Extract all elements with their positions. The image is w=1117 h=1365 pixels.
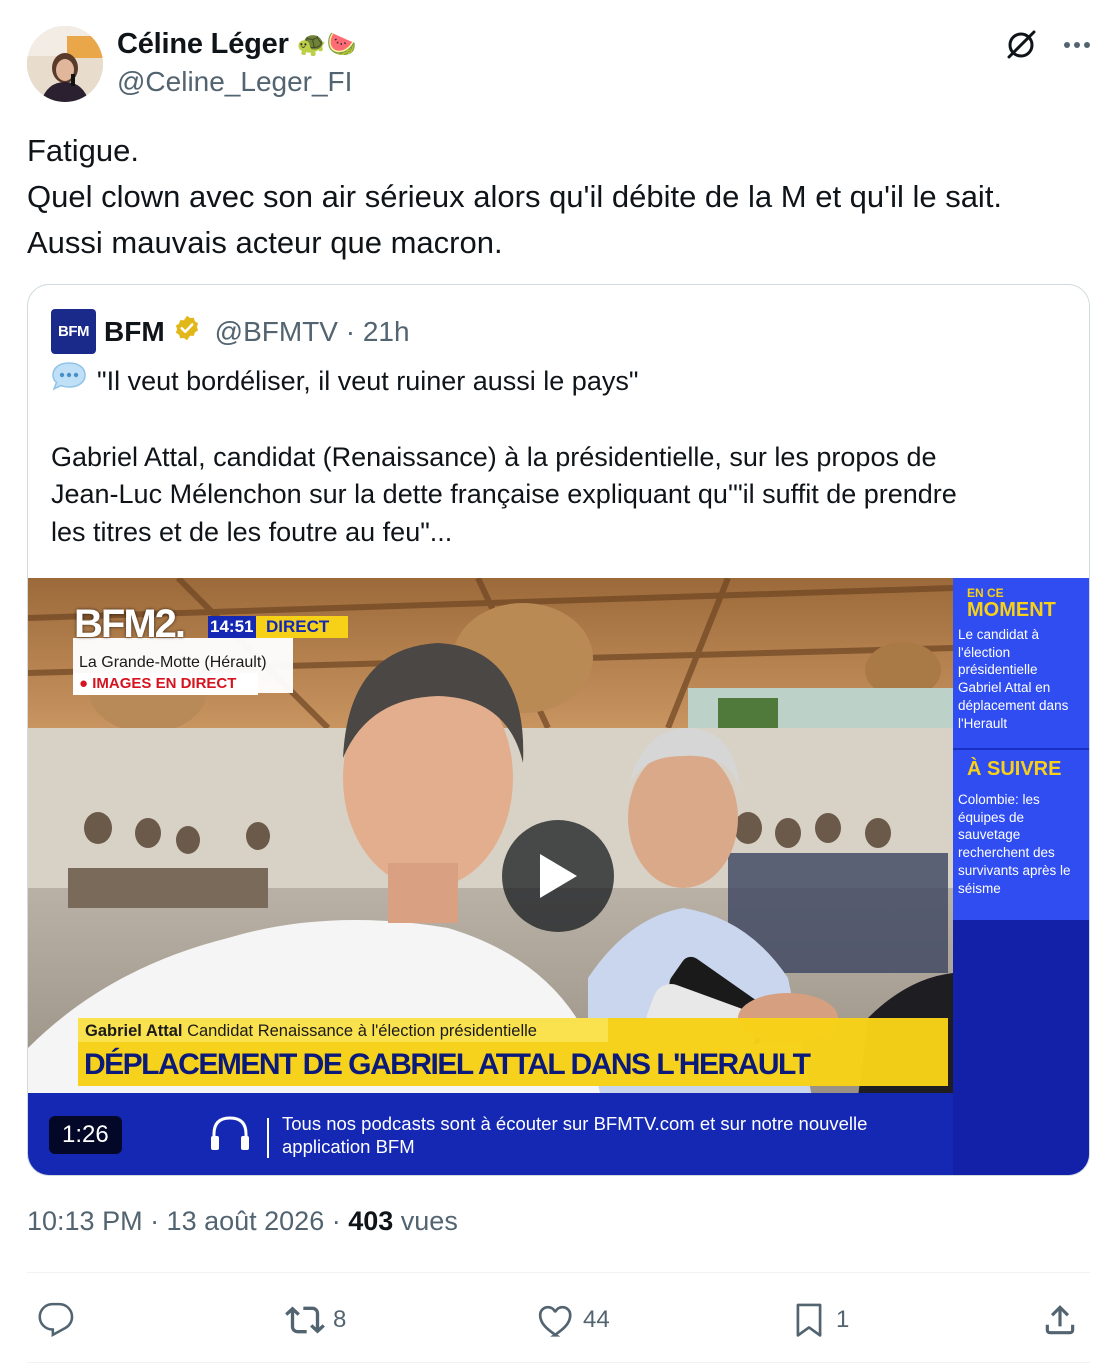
- grok-icon[interactable]: [1004, 28, 1038, 62]
- play-button[interactable]: [502, 820, 614, 932]
- tweet-timestamp[interactable]: 10:13 PM · 13 août 2026 ·: [27, 1206, 348, 1236]
- share-icon: [1045, 1305, 1075, 1335]
- quoted-body-line: Jean-Luc Mélenchon sur la dette français…: [51, 479, 957, 509]
- quoted-author-name[interactable]: BFM: [104, 316, 165, 348]
- tweet-header: Céline Léger 🐢🍉 @Celine_Leger_FI: [27, 24, 1092, 104]
- divider: [27, 1272, 1090, 1273]
- quoted-body-line: les titres et de les foutre au feu"...: [51, 516, 453, 547]
- video-duration: 1:26: [49, 1116, 122, 1154]
- video-player[interactable]: BFM2. 14:51 DIRECT La Grande-Motte (Héra…: [28, 578, 1089, 1175]
- share-button[interactable]: [1041, 1285, 1079, 1355]
- tweet-text-line: Fatigue.: [27, 133, 140, 168]
- retweet-count: 8: [333, 1306, 347, 1333]
- like-count: 44: [583, 1306, 610, 1333]
- quoted-first-line: "Il veut bordéliser, il veut ruiner auss…: [97, 365, 639, 396]
- divider: [27, 1362, 1090, 1363]
- heart-icon: [538, 1305, 572, 1337]
- side-next-text: Colombie: les équipes de sauvetage reche…: [958, 792, 1071, 896]
- author-display-name[interactable]: Céline Léger: [117, 28, 289, 61]
- author-handle[interactable]: @Celine_Leger_FI: [117, 66, 352, 98]
- quoted-tweet-header: BFM BFM @BFMTV · 21h: [51, 309, 410, 354]
- bfm-avatar[interactable]: BFM: [51, 309, 96, 354]
- side-moment-text: Le candidat à l'élection présidentielle …: [958, 627, 1069, 731]
- reply-button[interactable]: [37, 1285, 83, 1355]
- bookmark-icon: [796, 1303, 822, 1337]
- ticker-text: Tous nos podcasts sont à écouter sur BFM…: [282, 1113, 868, 1157]
- reply-icon: [38, 1302, 74, 1338]
- bookmark-button[interactable]: 1: [790, 1285, 849, 1355]
- quoted-tweet-card[interactable]: BFM BFM @BFMTV · 21h "Il veut bordéliser…: [27, 284, 1090, 1176]
- author-avatar[interactable]: [27, 26, 103, 102]
- lower-third-name: Gabriel Attal: [85, 1022, 183, 1040]
- play-icon: [540, 854, 577, 898]
- retweet-icon: [285, 1306, 325, 1334]
- bookmark-count: 1: [836, 1306, 850, 1333]
- side-moment-title: MOMENT: [967, 599, 1056, 621]
- action-bar: 8 44 1: [27, 1285, 1090, 1355]
- side-next-title: À SUIVRE: [967, 758, 1062, 780]
- like-button[interactable]: 44: [537, 1285, 610, 1355]
- tweet-metadata: 10:13 PM · 13 août 2026 · 403 vues: [27, 1206, 458, 1237]
- views-count: 403: [348, 1206, 394, 1236]
- live-label: DIRECT: [266, 617, 330, 636]
- author-name-emojis: 🐢🍉: [296, 30, 357, 58]
- live-time: 14:51: [210, 617, 254, 636]
- channel-logo: BFM2.: [74, 602, 186, 646]
- lower-third-headline: DÉPLACEMENT DE GABRIEL ATTAL DANS L'HERA…: [84, 1048, 811, 1081]
- retweet-button[interactable]: 8: [285, 1285, 346, 1355]
- location-label: La Grande-Motte (Hérault): [79, 654, 267, 671]
- speech-bubble-icon: [51, 361, 87, 402]
- lower-third-caption: Gabriel Attal Candidat Renaissance à l'é…: [85, 1022, 537, 1041]
- quoted-body-line: Gabriel Attal, candidat (Renaissance) à …: [51, 441, 937, 472]
- side-moment-small: EN CE: [967, 586, 1004, 600]
- views-label: vues: [393, 1206, 458, 1236]
- images-live-label: ● IMAGES EN DIRECT: [79, 675, 237, 692]
- tweet-text-line: Quel clown avec son air sérieux alors qu…: [27, 179, 1003, 214]
- lower-third-role: Candidat Renaissance à l'élection présid…: [182, 1022, 537, 1040]
- verified-badge-icon: [173, 314, 201, 349]
- tweet-text-line: Aussi mauvais acteur que macron.: [27, 225, 503, 260]
- tweet-text: Fatigue. Quel clown avec son air sérieux…: [27, 128, 1087, 266]
- quoted-tweet-text: "Il veut bordéliser, il veut ruiner auss…: [51, 361, 1061, 551]
- more-options-icon[interactable]: [1062, 30, 1092, 60]
- quoted-author-handle-time: @BFMTV · 21h: [214, 315, 410, 347]
